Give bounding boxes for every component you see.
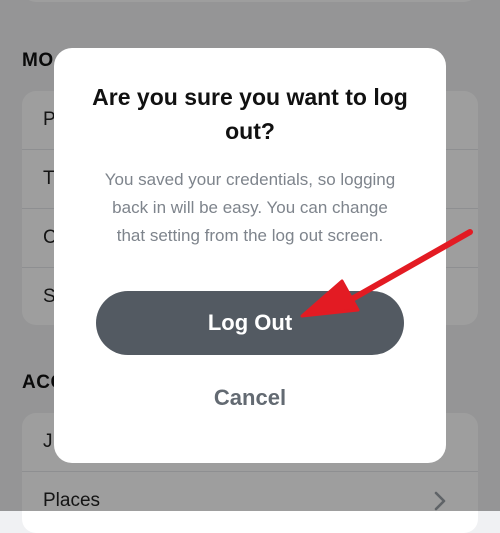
log-out-button[interactable]: Log Out: [96, 291, 404, 355]
dialog-message: You saved your credentials, so logging b…: [104, 170, 396, 245]
dialog-title: Are you sure you want to log out?: [92, 84, 408, 144]
cancel-button[interactable]: Cancel: [164, 378, 336, 418]
logout-confirm-dialog: Are you sure you want to log out? You sa…: [54, 48, 446, 463]
